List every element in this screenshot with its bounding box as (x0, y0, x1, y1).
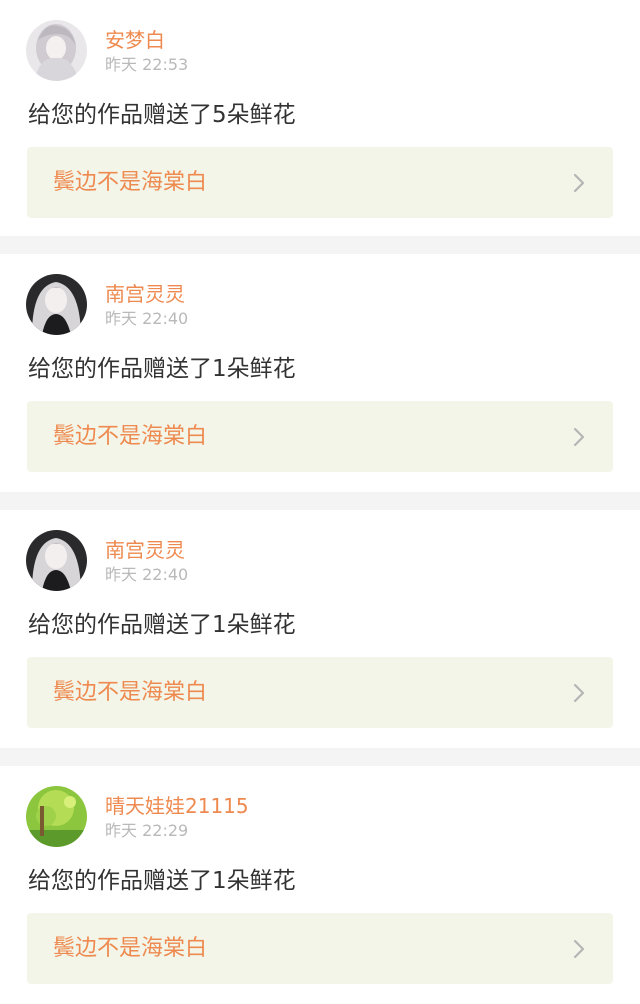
notification-feed: 安梦白 昨天 22:53 给您的作品赠送了5朵鲜花 鬓边不是海棠白 南宫灵灵 昨… (0, 0, 640, 1004)
user-name[interactable]: 晴天娃娃21115 (105, 793, 249, 819)
work-link[interactable]: 鬓边不是海棠白 (27, 147, 613, 218)
user-avatar[interactable] (26, 20, 87, 81)
user-avatar[interactable] (26, 530, 87, 591)
work-title: 鬓边不是海棠白 (53, 170, 208, 195)
timestamp: 昨天 22:40 (105, 309, 189, 328)
chevron-right-icon (573, 173, 585, 193)
work-link[interactable]: 鬓边不是海棠白 (27, 657, 613, 728)
gift-message: 给您的作品赠送了1朵鲜花 (28, 356, 296, 382)
work-title: 鬓边不是海棠白 (53, 936, 208, 961)
chevron-right-icon (573, 683, 585, 703)
notification-card: 南宫灵灵 昨天 22:40 给您的作品赠送了1朵鲜花 鬓边不是海棠白 (0, 254, 640, 492)
user-name[interactable]: 南宫灵灵 (105, 537, 185, 563)
work-title: 鬓边不是海棠白 (53, 680, 208, 705)
avatar-image (26, 20, 87, 81)
avatar-image (26, 786, 87, 847)
chevron-right-icon (573, 427, 585, 447)
work-title: 鬓边不是海棠白 (53, 424, 208, 449)
timestamp: 昨天 22:40 (105, 565, 189, 584)
gift-message: 给您的作品赠送了1朵鲜花 (28, 868, 296, 894)
gift-message: 给您的作品赠送了1朵鲜花 (28, 612, 296, 638)
timestamp: 昨天 22:53 (105, 55, 189, 74)
user-name[interactable]: 南宫灵灵 (105, 281, 185, 307)
gift-message: 给您的作品赠送了5朵鲜花 (28, 102, 296, 128)
user-avatar[interactable] (26, 786, 87, 847)
work-link[interactable]: 鬓边不是海棠白 (27, 913, 613, 984)
notification-card: 安梦白 昨天 22:53 给您的作品赠送了5朵鲜花 鬓边不是海棠白 (0, 0, 640, 236)
work-link[interactable]: 鬓边不是海棠白 (27, 401, 613, 472)
notification-card: 南宫灵灵 昨天 22:40 给您的作品赠送了1朵鲜花 鬓边不是海棠白 (0, 510, 640, 748)
avatar-image (26, 530, 87, 591)
user-name[interactable]: 安梦白 (105, 27, 165, 53)
timestamp: 昨天 22:29 (105, 821, 189, 840)
user-avatar[interactable] (26, 274, 87, 335)
chevron-right-icon (573, 939, 585, 959)
avatar-image (26, 274, 87, 335)
notification-card: 晴天娃娃21115 昨天 22:29 给您的作品赠送了1朵鲜花 鬓边不是海棠白 (0, 766, 640, 1004)
